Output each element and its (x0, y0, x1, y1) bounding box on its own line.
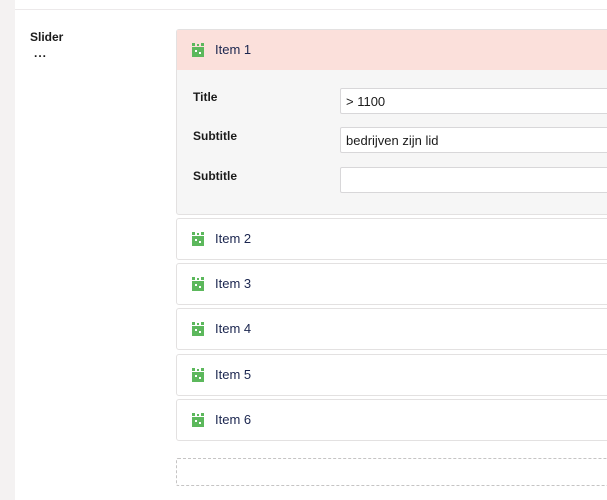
block-item-4[interactable]: Item 4 (176, 308, 607, 350)
block-header[interactable]: Item 1 (177, 30, 607, 70)
block-element-icon (192, 413, 204, 427)
block-element-icon (192, 277, 204, 291)
field-label-subtitle-2: Subtitle (193, 169, 237, 183)
block-label: Item 6 (215, 412, 252, 427)
block-element-icon (192, 43, 204, 57)
add-block-dropzone[interactable] (176, 458, 607, 486)
property-description: ... (34, 46, 48, 60)
divider (15, 9, 607, 10)
block-item-5[interactable]: Item 5 (176, 354, 607, 396)
subtitle-input[interactable] (340, 127, 607, 153)
block-element-icon (192, 322, 204, 336)
block-label: Item 4 (215, 321, 252, 336)
subtitle-input-2[interactable] (340, 167, 607, 193)
block-label: Item 3 (215, 276, 252, 291)
block-item-6[interactable]: Item 6 (176, 399, 607, 441)
block-label: Item 2 (215, 231, 252, 246)
property-label: Slider (30, 30, 64, 44)
field-label-subtitle: Subtitle (193, 129, 237, 143)
block-item-2[interactable]: Item 2 (176, 218, 607, 260)
field-label-title: Title (193, 90, 218, 104)
block-element-icon (192, 368, 204, 382)
title-input[interactable] (340, 88, 607, 114)
block-item-1: Item 1 Title Subtitle Subtitle (176, 29, 607, 215)
block-label: Item 5 (215, 367, 252, 382)
block-label: Item 1 (215, 42, 252, 57)
block-element-icon (192, 232, 204, 246)
block-item-3[interactable]: Item 3 (176, 263, 607, 305)
